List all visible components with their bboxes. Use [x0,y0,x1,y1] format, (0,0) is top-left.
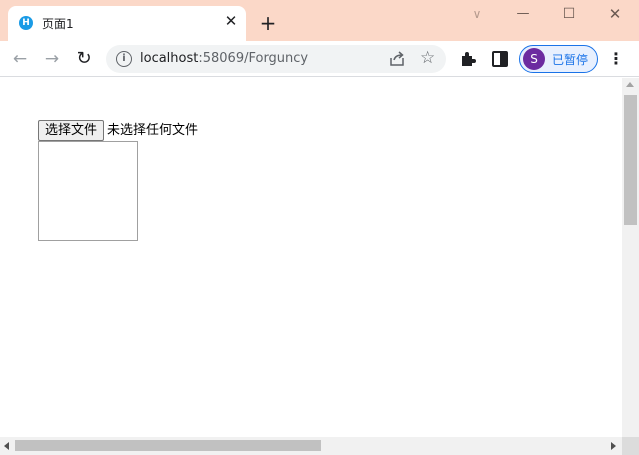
address-bar[interactable]: i localhost:58069/Forguncy ☆ [106,45,446,73]
url-host: localhost [140,51,199,66]
url-path: :58069/Forguncy [198,51,309,66]
tab-search-icon[interactable]: ∨ [454,2,500,26]
scroll-left-arrow-icon[interactable] [4,442,9,450]
extensions-puzzle-icon[interactable] [459,50,477,68]
side-panel-icon[interactable] [492,51,508,67]
tab-close-icon[interactable]: ✕ [222,12,240,30]
new-tab-button[interactable]: + [257,12,279,34]
scrollbar-corner [622,437,639,455]
reload-button[interactable]: ↻ [72,47,96,71]
vertical-scrollbar[interactable] [622,78,639,437]
back-button[interactable]: ← [8,47,32,71]
scroll-right-arrow-icon[interactable] [611,442,616,450]
horizontal-scroll-thumb[interactable] [15,440,321,451]
more-menu-icon[interactable]: ⋮ [608,47,624,71]
minimize-button[interactable]: — [500,2,546,26]
bookmark-star-icon[interactable]: ☆ [420,48,435,68]
profile-button[interactable]: S 已暂停 [519,45,598,73]
choose-file-button[interactable]: 选择文件 [38,120,105,141]
scroll-up-arrow-icon[interactable] [626,82,634,87]
site-info-icon[interactable]: i [116,51,132,67]
avatar: S [523,48,545,70]
file-input: 选择文件 未选择任何文件 [38,120,198,141]
image-preview-box [38,141,138,241]
page-viewport: 选择文件 未选择任何文件 [0,78,622,437]
maximize-button[interactable]: ☐ [546,2,592,26]
browser-toolbar: ← → ↻ i localhost:58069/Forguncy ☆ S 已暂停… [0,41,639,77]
vertical-scroll-thumb[interactable] [624,95,637,225]
share-icon[interactable] [388,50,406,68]
horizontal-scrollbar[interactable] [0,437,622,455]
forguncy-favicon-icon: H [19,16,33,30]
file-status-text: 未选择任何文件 [107,123,199,138]
tab-title: 页面1 [42,17,74,31]
tab-page1[interactable]: H 页面1 ✕ [8,6,246,41]
forward-button[interactable]: → [40,47,64,71]
sync-paused-label: 已暂停 [552,53,589,67]
close-window-button[interactable]: ✕ [592,2,638,26]
tab-strip: H 页面1 ✕ + ∨ — ☐ ✕ [0,0,639,41]
url-text[interactable]: localhost:58069/Forguncy [140,51,308,66]
